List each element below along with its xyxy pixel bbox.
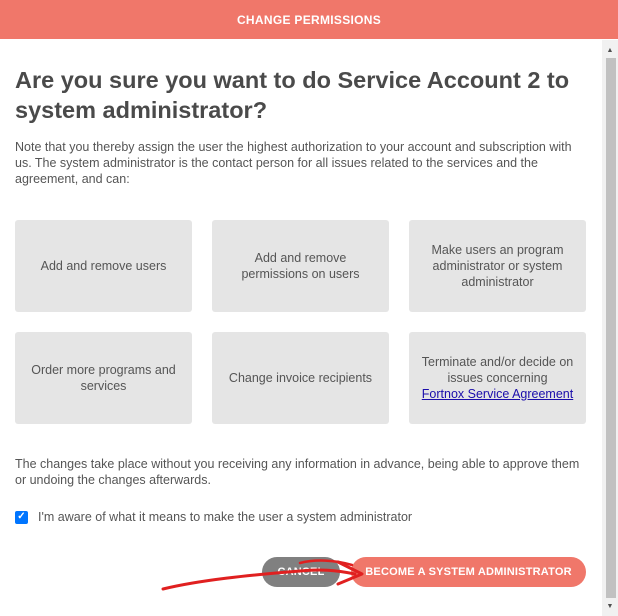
confirmation-question: Are you sure you want to do Service Acco…: [15, 67, 570, 123]
aware-checkbox-label[interactable]: I'm aware of what it means to make the u…: [38, 510, 412, 524]
change-permissions-dialog: CHANGE PERMISSIONS Are you sure you want…: [0, 0, 618, 616]
permission-card-add-remove-permissions: Add and remove permissions on users: [212, 220, 389, 312]
card-text-prefix: Terminate and/or decide on issues concer…: [421, 355, 574, 385]
aware-checkbox-row[interactable]: ✓ I'm aware of what it means to make the…: [15, 510, 412, 524]
fortnox-service-agreement-link[interactable]: Fortnox Service Agreement: [422, 387, 573, 401]
permission-card-make-administrator: Make users an program administrator or s…: [409, 220, 586, 312]
dialog-content: Are you sure you want to do Service Acco…: [15, 40, 587, 587]
card-text: Make users an program administrator or s…: [431, 243, 564, 289]
permission-card-order-programs: Order more programs and services: [15, 332, 192, 424]
card-text: Order more programs and services: [31, 363, 176, 393]
card-text: Terminate and/or decide on issues concer…: [419, 354, 576, 402]
become-system-administrator-button[interactable]: BECOME A SYSTEM ADMINISTRATOR: [351, 557, 586, 587]
permission-card-add-remove-users: Add and remove users: [15, 220, 192, 312]
permission-card-change-invoice-recipients: Change invoice recipients: [212, 332, 389, 424]
scrollbar-thumb[interactable]: [606, 58, 616, 598]
checkmark-icon: ✓: [17, 511, 26, 522]
card-text: Change invoice recipients: [228, 371, 373, 385]
permissions-grid: Add and remove users Add and remove perm…: [15, 220, 587, 424]
cancel-button[interactable]: CANCEL: [262, 557, 340, 587]
card-text: Add and remove permissions on users: [241, 251, 360, 281]
notice-text: The changes take place without you recei…: [15, 457, 580, 487]
vertical-scrollbar[interactable]: ▲ ▼: [602, 40, 618, 616]
intro-text: Note that you thereby assign the user th…: [15, 140, 572, 186]
card-text: Add and remove users: [40, 259, 167, 273]
dialog-header: CHANGE PERMISSIONS: [0, 0, 618, 39]
aware-checkbox[interactable]: ✓: [15, 510, 28, 524]
scroll-up-arrow-icon[interactable]: ▲: [602, 42, 618, 58]
permission-card-terminate-agreement: Terminate and/or decide on issues concer…: [409, 332, 586, 424]
scroll-down-arrow-icon[interactable]: ▼: [602, 598, 618, 614]
dialog-header-title: CHANGE PERMISSIONS: [236, 12, 382, 27]
